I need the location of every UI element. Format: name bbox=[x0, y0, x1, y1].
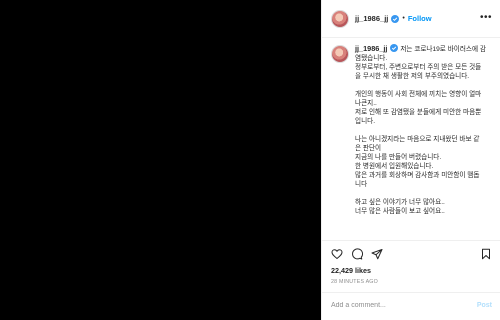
caption-line bbox=[355, 126, 493, 135]
caption-username[interactable]: jj_1986_jj bbox=[355, 44, 387, 53]
comment-bar: Post bbox=[322, 292, 500, 320]
verified-badge-icon bbox=[391, 14, 400, 23]
caption-line: 을 무시한 채 생활한 저의 부주의였습니다. bbox=[355, 73, 470, 80]
bookmark-icon bbox=[482, 248, 490, 260]
comment-input[interactable] bbox=[331, 302, 461, 309]
caption-text: jj_1986_jj 저는 코로나19로 바이러스에 감 염됐습니다. 정부로부터… bbox=[355, 44, 493, 216]
paper-plane-icon bbox=[371, 249, 383, 260]
caption-first-line: 저는 코로나19로 바이러스에 감 bbox=[400, 46, 486, 53]
caption-line: 지금의 나를 만들어 버렸습니다. bbox=[355, 154, 442, 161]
caption-line: 나는 아니겠지라는 마음으로 지내왔던 바보 같 bbox=[355, 136, 480, 143]
action-bar bbox=[322, 240, 500, 260]
caption-line: 나큰지.. bbox=[355, 100, 377, 107]
like-count[interactable]: 22,429 likes bbox=[331, 266, 371, 275]
caption-avatar[interactable] bbox=[331, 45, 349, 63]
caption-line: 니다 bbox=[355, 181, 368, 188]
caption-line: 입니다. bbox=[355, 118, 376, 125]
post-comment-button[interactable]: Post bbox=[477, 302, 492, 309]
caption-line bbox=[355, 81, 493, 90]
post-header: jj_1986_jj • Follow ••• bbox=[322, 0, 500, 38]
post-media[interactable] bbox=[0, 0, 321, 320]
caption-line: 한 병원에서 입원해있습니다. bbox=[355, 163, 434, 170]
caption-line: 개인의 행동이 사회 전체에 끼치는 영향이 얼마 bbox=[355, 91, 482, 98]
caption-line: 염됐습니다. bbox=[355, 55, 388, 62]
caption-line: 정부로부터, 주변으로부터 주의 받은 모든 것들 bbox=[355, 64, 482, 71]
verified-badge-icon bbox=[390, 44, 399, 52]
post-timestamp[interactable]: 28 MINUTES AGO bbox=[331, 279, 378, 285]
caption-line: jj_1986_jj 저는 코로나19로 바이러스에 감 bbox=[355, 44, 493, 54]
follow-button[interactable]: Follow bbox=[408, 14, 432, 23]
save-button[interactable] bbox=[480, 248, 492, 260]
caption-line: 하고 싶은 이야기가 너무 많아요.. bbox=[355, 199, 445, 206]
post-side-panel: jj_1986_jj • Follow ••• jj_1986_jj 저는 코로… bbox=[321, 0, 500, 320]
caption: jj_1986_jj 저는 코로나19로 바이러스에 감 염됐습니다. 정부로부터… bbox=[331, 44, 497, 216]
comment-button[interactable] bbox=[351, 248, 363, 260]
separator-dot: • bbox=[402, 15, 405, 22]
caption-line: 많은 과거를 회상하며 감사함과 미안함이 맴돕 bbox=[355, 172, 480, 179]
like-button[interactable] bbox=[331, 248, 343, 260]
caption-line bbox=[355, 189, 493, 198]
avatar[interactable] bbox=[331, 9, 349, 28]
share-button[interactable] bbox=[371, 248, 383, 260]
caption-line: 너무 많은 사람들이 보고 싶어요.. bbox=[355, 208, 445, 215]
comment-icon bbox=[352, 248, 363, 260]
caption-line: 은 판단이 bbox=[355, 145, 382, 152]
more-options-button[interactable]: ••• bbox=[480, 13, 492, 23]
username-link[interactable]: jj_1986_jj bbox=[355, 14, 388, 23]
caption-line: 저로 인해 또 감염됐을 분들에게 미안한 마음뿐 bbox=[355, 109, 482, 116]
heart-icon bbox=[331, 249, 343, 260]
